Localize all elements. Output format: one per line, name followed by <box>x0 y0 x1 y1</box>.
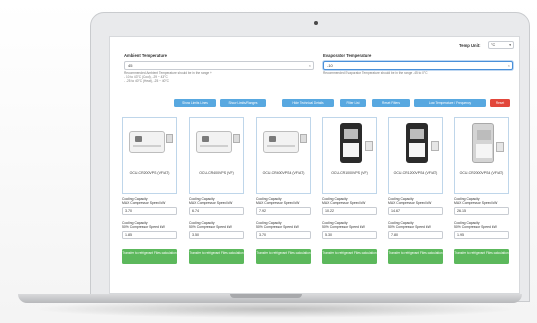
product-image-frame: OCU-CR200VPS (VF/AT) <box>122 117 177 194</box>
half-speed-label: 50% Compressor Speed kW <box>256 225 299 229</box>
product-card[interactable]: OCU-CR2000VPS4 (VF/AT) Cooling Capacity MA… <box>454 117 509 281</box>
condensing-unit-image <box>472 123 504 163</box>
product-image-frame: OCU-CR1000VPS (VF) <box>322 117 377 194</box>
transfer-calculation-button[interactable]: Transfer to refrigerant Files calculatio… <box>388 249 443 264</box>
cooling-capacity-half-value[interactable]: 7.80 <box>388 231 443 239</box>
ambient-hint-3: - -25 to 40°C (Heat), -25 ~ 40°C <box>124 79 169 83</box>
cooling-capacity-half-value[interactable]: 3.70 <box>256 231 311 239</box>
evaporator-hint: Recommended Evaporator Temperature shoul… <box>323 71 428 75</box>
laptop-notch <box>230 294 302 298</box>
product-name: OCU-CR1000VPS (VF) <box>331 171 368 175</box>
half-speed-label: 50% Compressor Speed kW <box>189 225 232 229</box>
hide-technical-details-button[interactable]: Hide Technical Details <box>282 99 334 107</box>
product-name: OCU-CR2000VPS4 (VF/AT) <box>459 171 504 175</box>
evaporator-temperature-label: Evaporator Temperature <box>323 53 372 58</box>
product-card[interactable]: OCU-CR200VPS (VF/AT) Cooling Capacity MAX … <box>122 117 177 281</box>
reset-button[interactable]: Reset <box>490 99 510 107</box>
clear-icon[interactable]: × <box>508 62 510 69</box>
product-image-frame: OCU-CR400VPS (VF) <box>189 117 244 194</box>
max-speed-label: MAX Compressor Speed kW <box>256 201 300 205</box>
max-speed-label: MAX Compressor Speed kW <box>454 201 498 205</box>
cooling-capacity-half-value[interactable]: 1.85 <box>122 231 177 239</box>
max-speed-label: MAX Compressor Speed kW <box>189 201 233 205</box>
ambient-temperature-input[interactable]: 45 × <box>124 61 314 70</box>
max-speed-label: MAX Compressor Speed kW <box>322 201 366 205</box>
half-speed-label: 50% Compressor Speed kW <box>454 225 497 229</box>
product-name: OCU-CR1200VPS4 (VF/AT) <box>393 171 438 175</box>
product-card[interactable]: OCU-CR400VPS (VF) Cooling Capacity MAX Com… <box>189 117 244 281</box>
cooling-capacity-half-value[interactable]: 3.50 <box>189 231 244 239</box>
chevron-down-icon: ▾ <box>509 43 511 47</box>
product-card[interactable]: OCU-CR1200VPS4 (VF/AT) Cooling Capacity MA… <box>388 117 443 281</box>
evaporator-temperature-input[interactable]: -10 × <box>323 61 513 70</box>
clear-icon[interactable]: × <box>309 62 311 69</box>
product-card[interactable]: OCU-CR1000VPS (VF) Cooling Capacity MAX Co… <box>322 117 377 281</box>
product-image-frame: OCU-CR400VPS4 (VF/AT) <box>256 117 311 194</box>
condensing-unit-image <box>196 131 240 153</box>
product-name: OCU-CR200VPS (VF/AT) <box>129 171 170 175</box>
condensing-unit-image <box>129 131 173 153</box>
temp-unit-label: Temp Unit: <box>459 43 481 48</box>
webcam-icon <box>314 21 318 25</box>
product-card[interactable]: OCU-CR400VPS4 (VF/AT) Cooling Capacity MAX… <box>256 117 311 281</box>
reset-filters-button[interactable]: Reset Filters <box>372 99 410 107</box>
max-speed-label: MAX Compressor Speed kW <box>388 201 432 205</box>
half-speed-label: 50% Compressor Speed kW <box>122 225 165 229</box>
cooling-capacity-max-value[interactable]: 14.67 <box>388 207 443 215</box>
product-image-frame: OCU-CR2000VPS4 (VF/AT) <box>454 117 509 194</box>
product-image-frame: OCU-CR1200VPS4 (VF/AT) <box>388 117 443 194</box>
condensing-unit-image <box>340 123 373 163</box>
low-temperature-frequency-button[interactable]: Low Temperature / Frequency <box>414 99 486 107</box>
half-speed-label: 50% Compressor Speed kW <box>388 225 431 229</box>
condensing-unit-image <box>263 131 307 153</box>
cooling-capacity-half-value[interactable]: 1.95 <box>454 231 509 239</box>
ambient-temperature-label: Ambient Temperature <box>124 53 167 58</box>
cooling-capacity-max-value[interactable]: 26.15 <box>454 207 509 215</box>
product-name: OCU-CR400VPS (VF) <box>199 171 234 175</box>
temp-unit-select[interactable]: °C ▾ <box>488 41 514 49</box>
filter-list-button[interactable]: Filter List <box>340 99 366 107</box>
transfer-calculation-button[interactable]: Transfer to refrigerant Files calculatio… <box>122 249 177 264</box>
transfer-calculation-button[interactable]: Transfer to refrigerant Files calculatio… <box>256 249 311 264</box>
product-name: OCU-CR400VPS4 (VF/AT) <box>262 171 305 175</box>
transfer-calculation-button[interactable]: Transfer to refrigerant Files calculatio… <box>189 249 244 264</box>
temp-unit-value: °C <box>491 43 496 47</box>
cooling-capacity-max-value[interactable]: 6.74 <box>189 207 244 215</box>
evaporator-temperature-value: -10 <box>327 63 333 68</box>
max-speed-label: MAX Compressor Speed kW <box>122 201 166 205</box>
show-limits-lines-button[interactable]: Show Limits Lines <box>174 99 216 107</box>
transfer-calculation-button[interactable]: Transfer to refrigerant Files calculatio… <box>322 249 377 264</box>
cooling-capacity-max-value[interactable]: 3.70 <box>122 207 177 215</box>
cooling-capacity-half-value[interactable]: 5.30 <box>322 231 377 239</box>
condensing-unit-image <box>406 123 439 163</box>
cooling-capacity-max-value[interactable]: 10.22 <box>322 207 377 215</box>
laptop-screen: Temp Unit: °C ▾ Ambient Temperature 45 ×… <box>109 36 520 294</box>
half-speed-label: 50% Compressor Speed kW <box>322 225 365 229</box>
transfer-calculation-button[interactable]: Transfer to refrigerant Files calculatio… <box>454 249 509 264</box>
show-limits-ranges-button[interactable]: Show Limits/Ranges <box>220 99 266 107</box>
cooling-capacity-max-value[interactable]: 7.92 <box>256 207 311 215</box>
ambient-temperature-value: 45 <box>128 63 133 68</box>
